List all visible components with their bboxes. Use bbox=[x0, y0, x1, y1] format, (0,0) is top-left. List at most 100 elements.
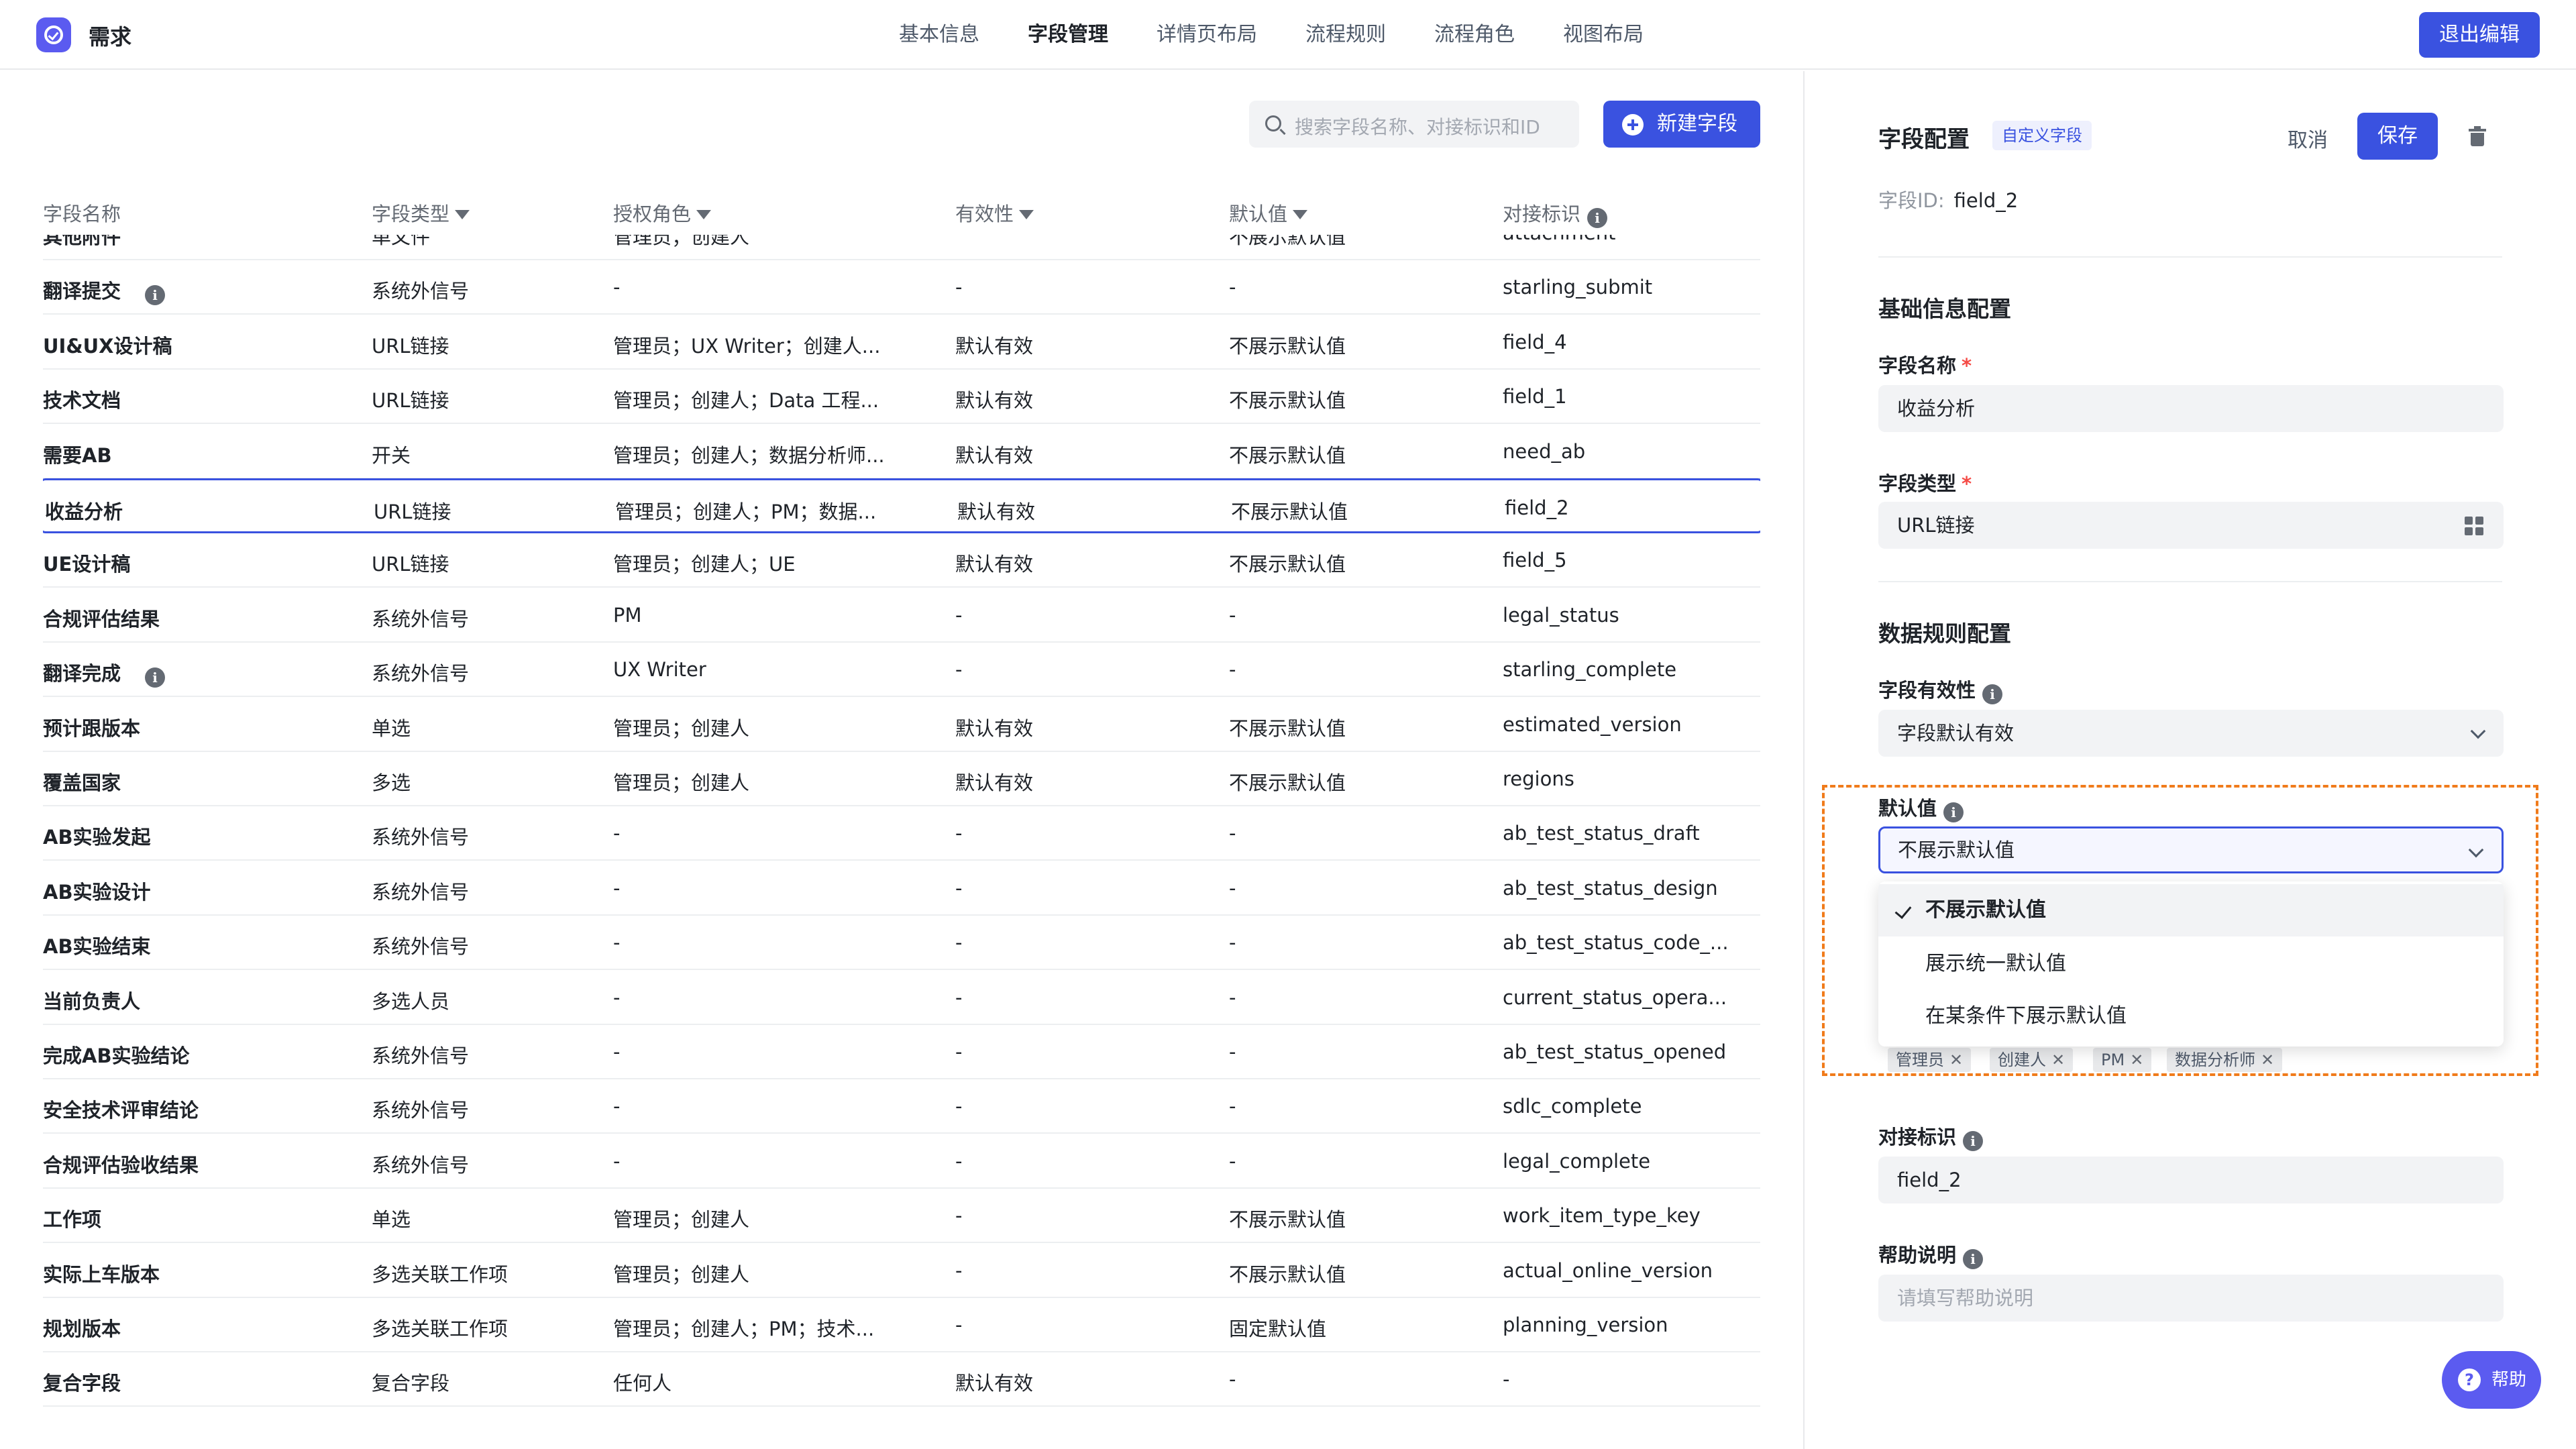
cell-roles: 管理员；创建人；Data 工程... bbox=[613, 389, 879, 413]
field-name-input[interactable]: 收益分析 bbox=[1878, 385, 2504, 432]
cell-default: 固定默认值 bbox=[1229, 1318, 1327, 1340]
table-row[interactable]: 翻译完成 i 系统外信号 UX Writer - - starling_complete bbox=[43, 642, 1760, 698]
table-row[interactable]: 安全技术评审结论 系统外信号 - - - sdlc_complete bbox=[43, 1079, 1760, 1134]
cell-name: 完成AB实验结论 bbox=[43, 1044, 190, 1067]
save-button[interactable]: 保存 bbox=[2357, 113, 2438, 160]
table-row[interactable]: 实际上车版本 多选关联工作项 管理员；创建人 - 不展示默认值 actual_online… bbox=[43, 1243, 1760, 1298]
table-row[interactable]: AB实验设计 系统外信号 - - - ab_test_status_design bbox=[43, 861, 1760, 916]
table-row[interactable]: AB实验结束 系统外信号 - - - ab_test_status_code_... bbox=[43, 915, 1760, 971]
info-icon[interactable]: i bbox=[1587, 208, 1608, 228]
cell-validity: 默认有效 bbox=[955, 443, 1034, 467]
panel-title: 字段配置 bbox=[1878, 126, 1970, 153]
cell-roles: 管理员；创建人；数据分析师... bbox=[613, 443, 885, 467]
cell-type: 单选 bbox=[372, 1208, 411, 1232]
cell-roles: - bbox=[613, 931, 621, 955]
field-name-label: 字段名称 * bbox=[1878, 354, 1972, 377]
table-row[interactable]: 预计跟版本 单选 管理员；创建人 默认有效 不展示默认值 estimated_versio… bbox=[43, 697, 1760, 752]
filter-icon[interactable] bbox=[455, 210, 470, 219]
info-icon[interactable]: i bbox=[145, 285, 166, 306]
info-icon[interactable]: i bbox=[1982, 684, 2003, 704]
key-input[interactable]: field_2 bbox=[1878, 1157, 2504, 1203]
cell-key: regions bbox=[1503, 767, 1574, 790]
tab-1[interactable]: 字段管理 bbox=[1028, 0, 1108, 70]
table-row[interactable]: 当前负责人 多选人员 - - - current_status_opera... bbox=[43, 970, 1760, 1025]
new-field-label: 新建字段 bbox=[1657, 112, 1737, 136]
cell-default: - bbox=[1229, 822, 1236, 845]
table-row[interactable]: 覆盖国家 多选 管理员；创建人 默认有效 不展示默认值 regions bbox=[43, 751, 1760, 806]
divider bbox=[1878, 581, 2502, 582]
plus-icon bbox=[1622, 114, 1644, 136]
cell-type: 系统外信号 bbox=[372, 1044, 470, 1067]
cell-validity: - bbox=[955, 931, 963, 955]
cell-roles: - bbox=[613, 822, 621, 845]
cell-type: 单选 bbox=[372, 716, 411, 740]
cell-validity: - bbox=[955, 658, 963, 682]
help-button[interactable]: ? 帮助 bbox=[2442, 1351, 2541, 1409]
cell-type: 多选关联工作项 bbox=[372, 1318, 508, 1340]
tab-4[interactable]: 流程角色 bbox=[1434, 0, 1515, 70]
column-header-default[interactable]: 默认值 bbox=[1229, 199, 1308, 227]
table-row[interactable]: 工作项 单选 管理员；创建人 - 不展示默认值 work_item_type_key bbox=[43, 1188, 1760, 1244]
cell-default: - bbox=[1229, 1095, 1236, 1118]
table-row[interactable]: 复合字段 复合字段 任何人 默认有效 - - bbox=[43, 1352, 1760, 1407]
cell-default: 不展示默认值 bbox=[1229, 716, 1346, 740]
cell-type: 系统外信号 bbox=[372, 1153, 470, 1177]
info-icon[interactable]: i bbox=[1963, 1131, 1984, 1151]
info-icon[interactable]: i bbox=[1963, 1249, 1984, 1269]
cell-default: - bbox=[1229, 1040, 1236, 1063]
cell-key: ab_test_status_code_... bbox=[1503, 931, 1729, 955]
table-row[interactable]: 合规评估结果 系统外信号 PM - - legal_status bbox=[43, 588, 1760, 643]
filter-icon[interactable] bbox=[1293, 210, 1308, 219]
cell-type: 系统外信号 bbox=[372, 935, 470, 959]
cell-default: 不展示默认值 bbox=[1229, 1263, 1346, 1286]
cell-type: URL链接 bbox=[372, 334, 449, 358]
cell-name: 需要AB bbox=[43, 443, 112, 467]
validity-label: 字段有效性 i bbox=[1878, 675, 2003, 704]
table-row[interactable]: 规划版本 多选关联工作项 管理员；创建人；PM；技术... - 固定默认值 plannin… bbox=[43, 1297, 1760, 1352]
new-field-button[interactable]: 新建字段 bbox=[1603, 101, 1760, 148]
cell-validity: - bbox=[955, 985, 963, 1009]
table-row[interactable]: 翻译提交 i 系统外信号 - - - starling_submit bbox=[43, 260, 1760, 315]
table-row-selected[interactable]: 收益分析 URL链接 管理员；创建人；PM；数据... 默认有效 不展示默认值 field… bbox=[43, 478, 1760, 533]
table-row[interactable]: AB实验发起 系统外信号 - - - ab_test_status_draft bbox=[43, 806, 1760, 861]
cell-roles: - bbox=[613, 276, 621, 299]
validity-select[interactable]: 字段默认有效 bbox=[1878, 710, 2504, 757]
help-text-input[interactable]: 请填写帮助说明 bbox=[1878, 1275, 2504, 1322]
column-header-roles[interactable]: 授权角色 bbox=[613, 199, 712, 227]
column-header-type[interactable]: 字段类型 bbox=[372, 199, 470, 227]
trash-icon[interactable] bbox=[2469, 126, 2486, 146]
table-row[interactable]: 其他附件 单文件 管理员；创建人 - 不展示默认值 attachment bbox=[43, 235, 1760, 260]
table-row[interactable]: UI&UX设计稿 URL链接 管理员；UX Writer；创建人... 默认有效 不展示… bbox=[43, 315, 1760, 370]
cell-key: sdlc_complete bbox=[1503, 1095, 1642, 1118]
cell-roles: 管理员；创建人 bbox=[613, 771, 750, 794]
cell-name: AB实验发起 bbox=[43, 826, 151, 849]
table-row[interactable]: 合规评估验收结果 系统外信号 - - - legal_complete bbox=[43, 1134, 1760, 1189]
tab-3[interactable]: 流程规则 bbox=[1305, 0, 1386, 70]
filter-icon[interactable] bbox=[1019, 210, 1034, 219]
field-type-select[interactable]: URL链接 bbox=[1878, 502, 2504, 549]
field-table: 其他附件单文件管理员；创建人-不展示默认值attachment翻译提交i系统外信… bbox=[43, 235, 1760, 1445]
cell-roles: PM bbox=[613, 603, 642, 627]
table-row[interactable]: UE设计稿 URL链接 管理员；创建人；UE 默认有效 不展示默认值 field_5 bbox=[43, 533, 1760, 588]
search-input[interactable]: 搜索字段名称、对接标识和ID bbox=[1249, 101, 1579, 148]
key-label: 对接标识 i bbox=[1878, 1122, 1984, 1151]
custom-field-tag: 自定义字段 bbox=[1992, 121, 2092, 150]
cell-default: - bbox=[1229, 276, 1236, 299]
tab-5[interactable]: 视图布局 bbox=[1563, 0, 1644, 70]
table-row[interactable]: 需要AB 开关 管理员；创建人；数据分析师... 默认有效 不展示默认值 need_ab bbox=[43, 424, 1760, 479]
column-header-validity[interactable]: 有效性 bbox=[955, 199, 1034, 227]
cell-default: 不展示默认值 bbox=[1229, 334, 1346, 358]
cell-default: - bbox=[1229, 1368, 1236, 1391]
cancel-button[interactable]: 取消 bbox=[2288, 123, 2328, 153]
exit-edit-button[interactable]: 退出编辑 bbox=[2419, 12, 2540, 58]
cell-name: 实际上车版本 bbox=[43, 1263, 160, 1286]
filter-icon[interactable] bbox=[696, 210, 712, 219]
table-row[interactable]: 完成AB实验结论 系统外信号 - - - ab_test_status_opened bbox=[43, 1024, 1760, 1079]
info-icon[interactable]: i bbox=[145, 667, 166, 688]
table-row[interactable]: 技术文档 URL链接 管理员；创建人；Data 工程... 默认有效 不展示默认值 fie… bbox=[43, 369, 1760, 425]
cell-roles: - bbox=[613, 876, 621, 900]
cell-validity: - bbox=[955, 1204, 963, 1228]
tab-2[interactable]: 详情页布局 bbox=[1157, 0, 1257, 70]
cell-key: field_4 bbox=[1503, 330, 1567, 354]
tab-0[interactable]: 基本信息 bbox=[899, 0, 979, 70]
